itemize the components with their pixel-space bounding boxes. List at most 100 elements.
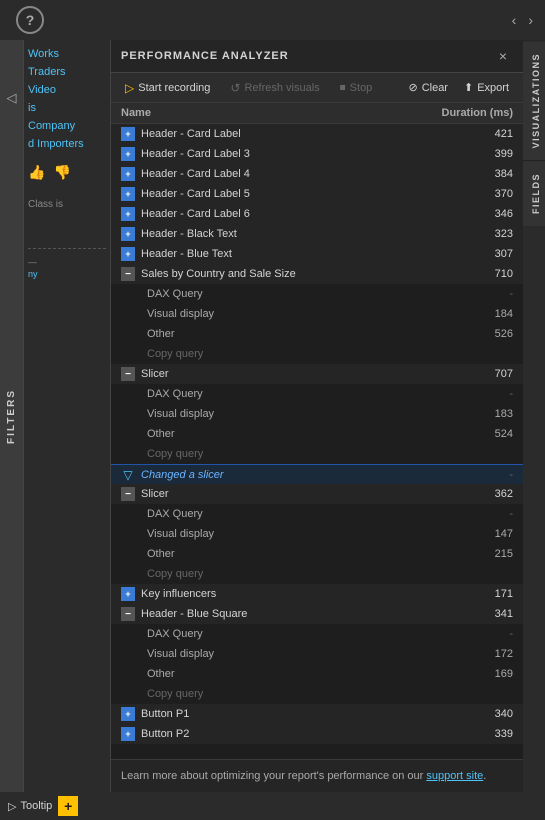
- list-item-child: Other 169: [111, 664, 523, 684]
- tab-fields[interactable]: FIELDS: [523, 160, 545, 226]
- clear-label: Clear: [422, 82, 448, 94]
- start-icon: ▷: [125, 81, 134, 95]
- child-item-duration: -: [473, 388, 513, 400]
- sidebar-link-works[interactable]: Works: [28, 48, 106, 60]
- list-item[interactable]: + Header - Card Label 6 346: [111, 204, 523, 224]
- help-icon[interactable]: ?: [16, 6, 44, 34]
- copy-query-label: Copy query: [141, 568, 473, 580]
- list-header: Name Duration (ms): [111, 103, 523, 124]
- refresh-visuals-button[interactable]: ↺ Refresh visuals: [224, 78, 325, 98]
- close-button[interactable]: ×: [493, 46, 513, 66]
- child-item-duration: 183: [473, 408, 513, 420]
- expand-icon: +: [121, 127, 135, 141]
- sidebar-link-is[interactable]: is: [28, 102, 106, 114]
- tooltip-label: Tooltip: [20, 800, 52, 812]
- sidebar-link-video[interactable]: Video: [28, 84, 106, 96]
- filters-label: FILTERS: [6, 389, 17, 444]
- copy-query-item[interactable]: Copy query: [111, 444, 523, 464]
- nav-back-arrow[interactable]: ‹: [508, 10, 521, 30]
- list-item[interactable]: + Header - Blue Text 307: [111, 244, 523, 264]
- child-item-name: Other: [141, 428, 473, 440]
- expand-icon: +: [121, 247, 135, 261]
- start-recording-button[interactable]: ▷ Start recording: [119, 78, 216, 98]
- tab-visualizations[interactable]: VISUALIZATIONS: [523, 40, 545, 160]
- toolbar: ▷ Start recording ↺ Refresh visuals ⏹ St…: [111, 73, 523, 103]
- child-item-duration: 526: [473, 328, 513, 340]
- export-label: Export: [477, 82, 509, 94]
- child-item-name: Other: [141, 328, 473, 340]
- add-page-button[interactable]: +: [58, 796, 78, 816]
- stop-label: Stop: [350, 82, 373, 94]
- copy-query-item[interactable]: Copy query: [111, 564, 523, 584]
- export-button[interactable]: ⬆ Export: [458, 78, 515, 97]
- clear-button[interactable]: ⊘ Clear: [402, 78, 454, 97]
- thumbs-up-icon[interactable]: 👍: [28, 164, 45, 181]
- list-item[interactable]: + Button P1 340: [111, 704, 523, 724]
- tooltip-button[interactable]: ▷ Tooltip: [8, 800, 52, 813]
- list-item-child: Visual display 172: [111, 644, 523, 664]
- child-item-duration: 172: [473, 648, 513, 660]
- item-duration: 341: [473, 608, 513, 620]
- sidebar-link-company[interactable]: Company: [28, 120, 106, 132]
- expand-icon: +: [121, 707, 135, 721]
- tooltip-bar: ▷ Tooltip +: [0, 792, 545, 820]
- child-item-name: Other: [141, 668, 473, 680]
- list-item-child: Visual display 183: [111, 404, 523, 424]
- nav-fwd-arrow[interactable]: ›: [524, 10, 537, 30]
- copy-query-item[interactable]: Copy query: [111, 684, 523, 704]
- list-item[interactable]: − Slicer 707: [111, 364, 523, 384]
- item-name: Button P2: [141, 728, 473, 740]
- list-item[interactable]: − Sales by Country and Sale Size 710: [111, 264, 523, 284]
- list-item[interactable]: + Header - Card Label 3 399: [111, 144, 523, 164]
- child-item-duration: 524: [473, 428, 513, 440]
- item-name: Slicer: [141, 488, 473, 500]
- list-item[interactable]: − Header - Blue Square 341: [111, 604, 523, 624]
- sidebar-links: Works Traders Video is Company d Importe…: [28, 48, 106, 150]
- changed-slicer-label: Changed a slicer: [141, 469, 473, 481]
- performance-list[interactable]: + Header - Card Label 421 + Header - Car…: [111, 124, 523, 759]
- support-site-link[interactable]: support site: [426, 770, 483, 782]
- list-item[interactable]: + Button P2 339: [111, 724, 523, 744]
- list-item[interactable]: + Header - Black Text 323: [111, 224, 523, 244]
- list-item-child: Other 215: [111, 544, 523, 564]
- item-name: Button P1: [141, 708, 473, 720]
- list-item[interactable]: + Header - Card Label 5 370: [111, 184, 523, 204]
- sidebar-link-importers[interactable]: d Importers: [28, 138, 106, 150]
- child-item-name: DAX Query: [141, 628, 473, 640]
- refresh-visuals-label: Refresh visuals: [244, 82, 319, 94]
- item-name: Sales by Country and Sale Size: [141, 268, 473, 280]
- hint-ny: ny: [28, 269, 106, 279]
- expand-icon: +: [121, 167, 135, 181]
- list-item[interactable]: + Key influencers 171: [111, 584, 523, 604]
- expand-icon: +: [121, 227, 135, 241]
- child-item-name: Visual display: [141, 308, 473, 320]
- list-item-child: DAX Query -: [111, 504, 523, 524]
- expand-icon: +: [121, 187, 135, 201]
- stop-button[interactable]: ⏹ Stop: [334, 77, 379, 98]
- list-item-child: DAX Query -: [111, 624, 523, 644]
- list-item[interactable]: + Header - Card Label 4 384: [111, 164, 523, 184]
- filters-panel[interactable]: ◁ FILTERS: [0, 40, 24, 792]
- sidebar-link-traders[interactable]: Traders: [28, 66, 106, 78]
- child-item-name: Other: [141, 548, 473, 560]
- duration-col-header: Duration (ms): [442, 107, 514, 119]
- thumbs-row: 👍 👎: [28, 164, 106, 181]
- thumbs-down-icon[interactable]: 👎: [53, 164, 70, 181]
- child-item-name: Visual display: [141, 648, 473, 660]
- item-name: Header - Card Label 4: [141, 168, 473, 180]
- expand-icon: +: [121, 147, 135, 161]
- performance-analyzer-panel: PERFORMANCE ANALYZER × ▷ Start recording…: [110, 40, 523, 792]
- list-item[interactable]: − Slicer 362: [111, 484, 523, 504]
- child-item-name: DAX Query: [141, 508, 473, 520]
- panel-title: PERFORMANCE ANALYZER: [121, 50, 289, 62]
- child-item-duration: 184: [473, 308, 513, 320]
- clear-icon: ⊘: [408, 81, 417, 94]
- item-duration: 362: [473, 488, 513, 500]
- list-item[interactable]: + Header - Card Label 421: [111, 124, 523, 144]
- copy-query-label: Copy query: [141, 688, 473, 700]
- copy-query-item[interactable]: Copy query: [111, 344, 523, 364]
- item-duration: 171: [473, 588, 513, 600]
- collapse-icon: −: [121, 607, 135, 621]
- filter-icon: ▽: [121, 468, 135, 482]
- item-name: Header - Card Label 6: [141, 208, 473, 220]
